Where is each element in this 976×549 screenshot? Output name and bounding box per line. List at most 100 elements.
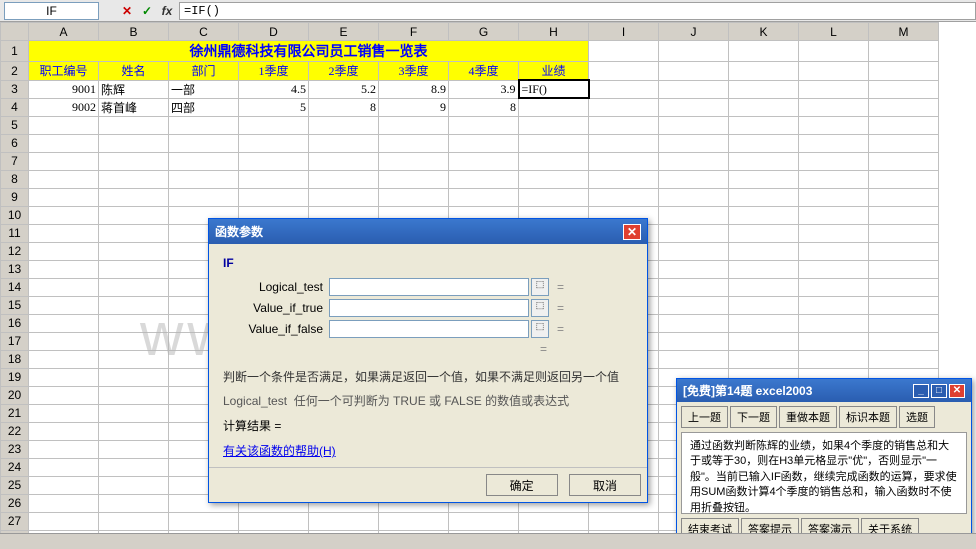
cell-L8[interactable] [799,170,869,188]
cell-B14[interactable] [99,278,169,296]
row-header-27[interactable]: 27 [1,512,29,530]
cell-C8[interactable] [169,170,239,188]
column-header-B[interactable]: B [99,23,169,41]
cell-K10[interactable] [729,206,799,224]
cell-I4[interactable] [589,98,659,116]
cell-M8[interactable] [869,170,939,188]
cell-M3[interactable] [869,80,939,98]
cell-A23[interactable] [29,440,99,458]
cell-F2[interactable]: 3季度 [379,62,449,81]
helper-btn-下一题[interactable]: 下一题 [730,406,777,428]
cell-C6[interactable] [169,134,239,152]
column-header-A[interactable]: A [29,23,99,41]
column-header-I[interactable]: I [589,23,659,41]
cell-I3[interactable] [589,80,659,98]
row-header-7[interactable]: 7 [1,152,29,170]
cell-A12[interactable] [29,242,99,260]
cell-B25[interactable] [99,476,169,494]
sheet-title[interactable]: 徐州鼎德科技有限公司员工销售一览表 [29,41,589,62]
cell-B15[interactable] [99,296,169,314]
cell-A5[interactable] [29,116,99,134]
cell-K2[interactable] [729,62,799,81]
row-header-5[interactable]: 5 [1,116,29,134]
cell-A13[interactable] [29,260,99,278]
cell-A17[interactable] [29,332,99,350]
row-header-24[interactable]: 24 [1,458,29,476]
row-header-12[interactable]: 12 [1,242,29,260]
cell-K3[interactable] [729,80,799,98]
column-header-C[interactable]: C [169,23,239,41]
cell-F7[interactable] [379,152,449,170]
collapse-icon[interactable]: ⬚ [531,299,549,317]
cell-L1[interactable] [799,41,869,62]
arg-input-1[interactable] [329,299,529,317]
cell-L12[interactable] [799,242,869,260]
cell-A15[interactable] [29,296,99,314]
cell-E5[interactable] [309,116,379,134]
helper-btn-上一题[interactable]: 上一题 [681,406,728,428]
row-header-4[interactable]: 4 [1,98,29,116]
cell-H7[interactable] [519,152,589,170]
collapse-icon[interactable]: ⬚ [531,278,549,296]
cell-D3[interactable]: 4.5 [239,80,309,98]
cell-E2[interactable]: 2季度 [309,62,379,81]
cell-A27[interactable] [29,512,99,530]
arg-input-0[interactable] [329,278,529,296]
cell-F5[interactable] [379,116,449,134]
cell-M17[interactable] [869,332,939,350]
cell-J1[interactable] [659,41,729,62]
cell-A3[interactable]: 9001 [29,80,99,98]
row-header-6[interactable]: 6 [1,134,29,152]
cell-E9[interactable] [309,188,379,206]
cell-H6[interactable] [519,134,589,152]
cell-M12[interactable] [869,242,939,260]
cell-K1[interactable] [729,41,799,62]
helper-btn-标识本题[interactable]: 标识本题 [839,406,897,428]
cell-M6[interactable] [869,134,939,152]
cell-L5[interactable] [799,116,869,134]
cell-L17[interactable] [799,332,869,350]
row-header-17[interactable]: 17 [1,332,29,350]
cell-I6[interactable] [589,134,659,152]
cell-M15[interactable] [869,296,939,314]
cell-M18[interactable] [869,350,939,368]
cell-B17[interactable] [99,332,169,350]
cell-C9[interactable] [169,188,239,206]
cell-E7[interactable] [309,152,379,170]
cell-M1[interactable] [869,41,939,62]
cell-J11[interactable] [659,224,729,242]
cancel-button[interactable]: 取消 [569,474,641,496]
row-header-23[interactable]: 23 [1,440,29,458]
cell-G6[interactable] [449,134,519,152]
cell-L9[interactable] [799,188,869,206]
cell-J10[interactable] [659,206,729,224]
horizontal-scrollbar[interactable] [0,533,976,549]
column-header-K[interactable]: K [729,23,799,41]
cell-D6[interactable] [239,134,309,152]
row-header-14[interactable]: 14 [1,278,29,296]
row-header-25[interactable]: 25 [1,476,29,494]
help-link[interactable]: 有关该函数的帮助(H) [223,444,336,458]
cell-A14[interactable] [29,278,99,296]
fx-icon[interactable]: fx [159,3,175,19]
cell-F8[interactable] [379,170,449,188]
cell-F3[interactable]: 8.9 [379,80,449,98]
cell-B20[interactable] [99,386,169,404]
cell-B4[interactable]: 蒋首峰 [99,98,169,116]
row-header-10[interactable]: 10 [1,206,29,224]
cell-B16[interactable] [99,314,169,332]
cell-J5[interactable] [659,116,729,134]
cell-A4[interactable]: 9002 [29,98,99,116]
cell-B12[interactable] [99,242,169,260]
cell-L13[interactable] [799,260,869,278]
maximize-icon[interactable]: □ [931,384,947,398]
cell-A6[interactable] [29,134,99,152]
cell-J15[interactable] [659,296,729,314]
column-header-L[interactable]: L [799,23,869,41]
cell-J9[interactable] [659,188,729,206]
cell-I7[interactable] [589,152,659,170]
cell-K4[interactable] [729,98,799,116]
row-header-13[interactable]: 13 [1,260,29,278]
row-header-1[interactable]: 1 [1,41,29,62]
close-icon[interactable]: ✕ [949,384,965,398]
